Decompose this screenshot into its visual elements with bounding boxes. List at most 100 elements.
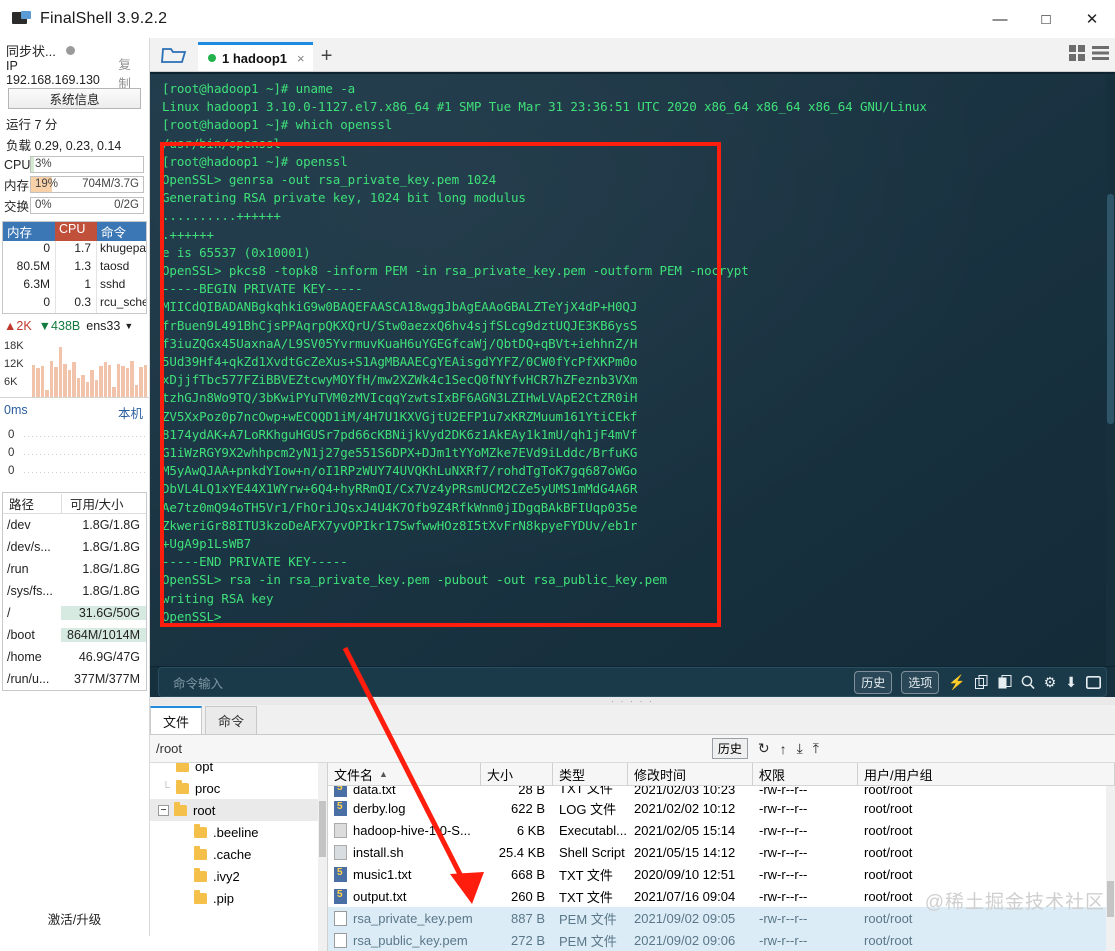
- process-col-memory[interactable]: 内存: [3, 222, 55, 241]
- chevron-down-icon[interactable]: ▼: [124, 321, 133, 331]
- latency-header: 0ms 本机: [0, 398, 149, 424]
- table-row[interactable]: rsa_public_key.pem 272 B PEM 文件 2021/09/02 …: [328, 929, 1115, 951]
- table-row[interactable]: 0 1.7 khugepa.: [3, 241, 146, 259]
- table-row[interactable]: hadoop-hive-1.0-S... 6 KB Executabl... 2021…: [328, 819, 1115, 841]
- paste-icon[interactable]: [998, 674, 1012, 690]
- copy-icon[interactable]: [974, 674, 989, 690]
- process-col-command[interactable]: 命令: [97, 222, 146, 241]
- refresh-icon[interactable]: ↻: [758, 740, 770, 757]
- table-row[interactable]: /run 1.8G/1.8G: [3, 558, 146, 580]
- command-options-button[interactable]: 选项: [901, 670, 940, 694]
- load-average-label: 负载 0.29, 0.23, 0.14: [6, 139, 122, 153]
- table-row[interactable]: /home 46.9G/47G: [3, 646, 146, 668]
- list-view-icon[interactable]: [1092, 45, 1109, 66]
- table-row[interactable]: 80.5M 1.3 taosd: [3, 259, 146, 277]
- tree-scrollbar[interactable]: [318, 763, 327, 951]
- sort-ascending-icon: ▲: [379, 769, 388, 779]
- tree-scrollbar-thumb[interactable]: [319, 801, 326, 857]
- minimize-button[interactable]: —: [977, 0, 1023, 38]
- tree-node-root[interactable]: − root: [150, 799, 327, 821]
- table-row[interactable]: music1.txt 668 B TXT 文件 2020/09/10 12:51 -rw…: [328, 863, 1115, 885]
- terminal-scrollbar[interactable]: [1106, 74, 1115, 666]
- directory-tree[interactable]: opt └ proc − root .beeline .cache .ivy2 …: [150, 763, 328, 951]
- table-row[interactable]: /boot 864M/1014M: [3, 624, 146, 646]
- grid-view-icon[interactable]: [1069, 45, 1085, 66]
- panel-splitter[interactable]: · · · · ·: [150, 696, 1115, 706]
- cpu-meter: 3%: [30, 156, 144, 173]
- table-row[interactable]: /run/u... 377M/377M: [3, 668, 146, 690]
- tab-commands[interactable]: 命令: [205, 706, 258, 734]
- tree-node-beeline[interactable]: .beeline: [150, 821, 327, 843]
- latency-value: 0ms: [4, 403, 28, 417]
- file-mtime: 2020/09/10 12:51: [634, 866, 736, 882]
- terminal-tab-hadoop1[interactable]: 1 hadoop1 ×: [198, 42, 313, 71]
- column-owner[interactable]: 用户/用户组: [858, 763, 1115, 785]
- add-tab-button[interactable]: +: [313, 41, 341, 71]
- app-title: FinalShell 3.9.2.2: [40, 10, 168, 27]
- file-name: music1.txt: [353, 866, 412, 882]
- terminal-scrollbar-thumb[interactable]: [1107, 194, 1114, 424]
- download-icon[interactable]: ⬇: [1065, 674, 1077, 691]
- column-type[interactable]: 类型: [553, 763, 628, 785]
- table-row[interactable]: /dev/s... 1.8G/1.8G: [3, 536, 146, 558]
- ip-label: IP 192.168.169.130: [6, 59, 100, 87]
- command-history-button[interactable]: 历史: [854, 670, 893, 694]
- column-filename[interactable]: 文件名 ▲: [328, 763, 481, 785]
- tree-node-pip[interactable]: .pip: [150, 887, 327, 909]
- gear-icon[interactable]: ⚙: [1044, 674, 1057, 691]
- table-row[interactable]: rsa_private_key.pem 887 B PEM 文件 2021/09/02…: [328, 907, 1115, 929]
- table-row[interactable]: 0 0.3 rcu_sched: [3, 295, 146, 313]
- swap-meter-detail: 0/2G: [114, 199, 139, 211]
- download-file-icon[interactable]: ⤓: [797, 740, 803, 757]
- close-button[interactable]: ✕: [1069, 0, 1115, 38]
- file-list-scrollbar-thumb[interactable]: [1107, 881, 1114, 917]
- activate-upgrade-link[interactable]: 激活/升级: [0, 909, 149, 928]
- blank-file-icon: [334, 932, 347, 948]
- table-row[interactable]: /sys/fs... 1.8G/1.8G: [3, 580, 146, 602]
- path-bar: /root 历史 ↻ ↑ ⤓ ⤒: [150, 735, 1115, 763]
- table-row[interactable]: data.txt 28 B TXT 文件 2021/02/03 10:23 -rw-r-…: [328, 786, 1115, 797]
- column-size[interactable]: 大小: [481, 763, 553, 785]
- current-path[interactable]: /root: [156, 741, 712, 756]
- terminal-line: OpenSSL> pkcs8 -topk8 -inform PEM -in rs…: [162, 263, 749, 279]
- table-row[interactable]: /dev 1.8G/1.8G: [3, 514, 146, 536]
- terminal-line: frBuen9L491BhCjsPPAqrpQKXQrU/Stw0aezxQ6h…: [162, 317, 638, 333]
- copy-ip-link[interactable]: 复制: [118, 54, 143, 92]
- column-permissions[interactable]: 权限: [753, 763, 858, 785]
- network-download-value: 438B: [51, 319, 81, 333]
- table-row[interactable]: output.txt 260 B TXT 文件 2021/07/16 09:04 -rw…: [328, 885, 1115, 907]
- maximize-button[interactable]: □: [1023, 0, 1069, 38]
- column-mtime[interactable]: 修改时间: [628, 763, 753, 785]
- tree-node-opt[interactable]: opt: [150, 763, 327, 777]
- path-history-button[interactable]: 历史: [711, 738, 748, 759]
- disk-col-path[interactable]: 路径: [3, 494, 61, 513]
- cpu-meter-label: CPU: [4, 157, 31, 172]
- disk-col-available[interactable]: 可用/大小: [61, 493, 146, 513]
- disk-path: /run: [7, 562, 29, 576]
- tree-node-ivy2[interactable]: .ivy2: [150, 865, 327, 887]
- table-row[interactable]: / 31.6G/50G: [3, 602, 146, 624]
- folder-icon: [194, 889, 207, 904]
- folder-open-icon[interactable]: [150, 38, 198, 71]
- file-owner: root/root: [864, 786, 913, 797]
- system-info-button[interactable]: 系统信息: [8, 88, 141, 109]
- close-icon[interactable]: ×: [297, 51, 305, 66]
- upload-file-icon[interactable]: ⤒: [813, 740, 819, 757]
- upload-icon[interactable]: ↑: [780, 741, 787, 757]
- process-col-cpu[interactable]: CPU: [55, 222, 97, 241]
- file-list-scrollbar[interactable]: [1106, 786, 1115, 951]
- table-row[interactable]: install.sh 25.4 KB Shell Script 2021/05/15 …: [328, 841, 1115, 863]
- tree-node-cache[interactable]: .cache: [150, 843, 327, 865]
- tab-files[interactable]: 文件: [150, 706, 203, 734]
- window-icon[interactable]: [1086, 675, 1101, 689]
- disk-usage-table: 路径 可用/大小 /dev 1.8G/1.8G /dev/s... 1.8G/1…: [2, 492, 147, 691]
- terminal-output[interactable]: [root@hadoop1 ~]# uname -a Linux hadoop1 …: [150, 72, 1115, 666]
- lightning-icon[interactable]: ⚡: [948, 674, 965, 691]
- table-row[interactable]: derby.log 622 B LOG 文件 2021/02/02 10:12 -rw-…: [328, 797, 1115, 819]
- table-row[interactable]: 6.3M 1 sshd: [3, 277, 146, 295]
- search-icon[interactable]: [1021, 675, 1035, 690]
- tree-expander-icon[interactable]: −: [158, 804, 169, 816]
- network-interface-value[interactable]: ens33: [86, 319, 120, 333]
- tree-node-label: opt: [195, 763, 214, 774]
- tree-node-proc[interactable]: └ proc: [150, 777, 327, 799]
